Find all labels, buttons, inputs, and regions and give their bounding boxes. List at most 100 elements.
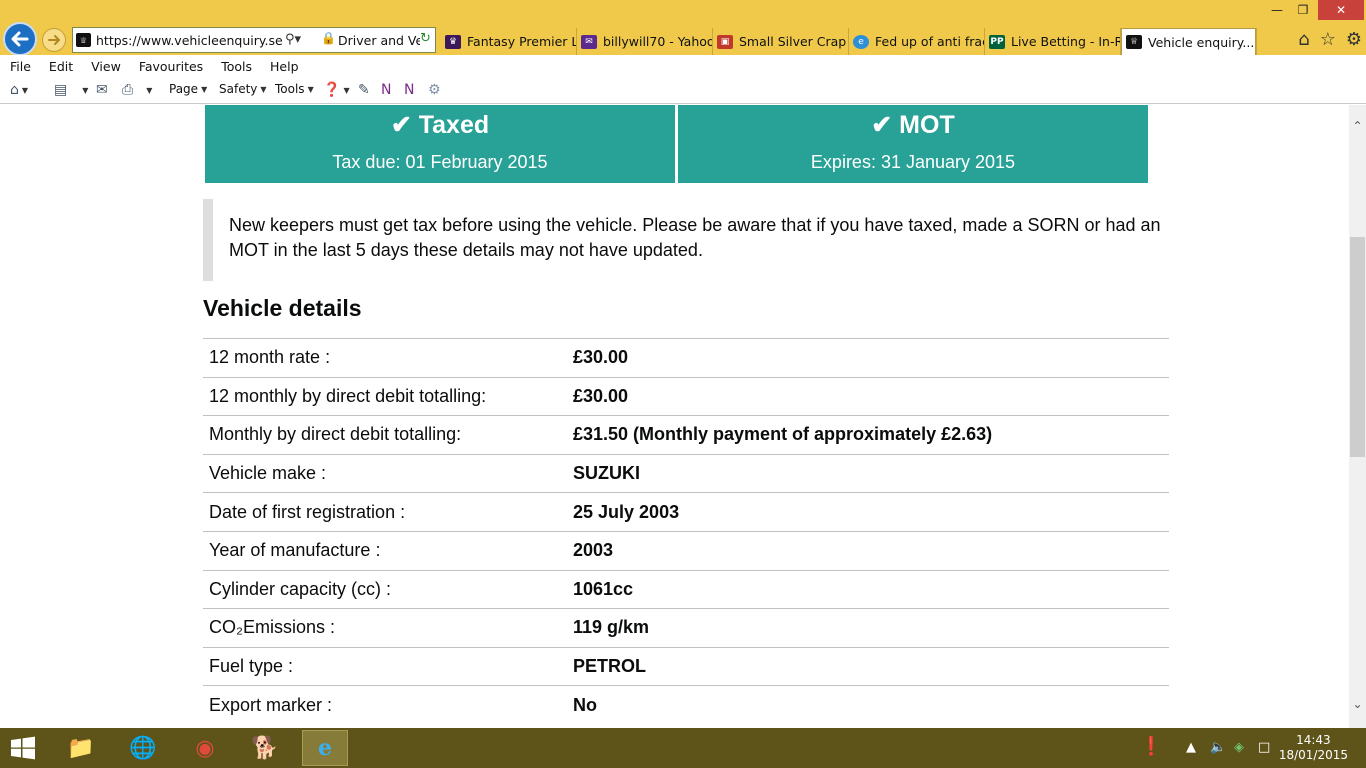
gimp-taskbar-button[interactable]: 🐕 [242,730,288,766]
settings-gear-icon[interactable]: ⚙ [1346,29,1362,50]
menu-view[interactable]: View [91,59,121,74]
menu-tools[interactable]: Tools [221,59,252,74]
tab-fed-up[interactable]: e Fed up of anti frac... [849,28,985,55]
tab-label: Small Silver Crap - ... [739,34,848,49]
onenote-icon: N [381,82,392,98]
system-tray: ❗ ▲ 🔈 ◈ □ 14:43 18/01/2015 [1126,728,1366,768]
tab-vehicle-enquiry[interactable]: ♕ Vehicle enquiry... ✕ [1121,28,1256,55]
safety-menu[interactable]: Safety ▼ [219,82,267,96]
research-icon: ✎ [358,82,370,98]
page-menu[interactable]: Page ▼ [169,82,207,96]
windows-logo-icon [11,736,35,760]
research-command[interactable]: ✎ [358,82,370,98]
menu-bar: File Edit View Favourites Tools Help [0,55,1366,77]
onenote-linked-command[interactable]: N [404,82,414,98]
internet-explorer-taskbar-button[interactable]: e [302,730,348,766]
vehicle-detail-value: SUZUKI [573,463,640,484]
feeds-command[interactable]: ▤ ▼ [54,82,88,98]
ie-page-icon: e [853,34,869,49]
vehicle-detail-value: 2003 [573,540,614,561]
vehicle-detail-row: Monthly by direct debit totalling: £31.50… [203,415,1169,455]
scroll-down-icon[interactable]: ⌄ [1349,697,1366,711]
tab-label: Vehicle enquiry... [1148,34,1255,50]
chrome-taskbar-button[interactable]: ◉ [182,730,228,766]
minimize-button[interactable]: — [1264,0,1290,20]
vehicle-detail-row: 12 month rate : £30.00 [203,338,1169,378]
vehicle-detail-value: PETROL [573,656,647,677]
tab-live-betting[interactable]: PP Live Betting - In-R... [985,28,1121,55]
back-button[interactable] [3,22,37,56]
tools-menu[interactable]: Tools ▼ [275,82,314,96]
menu-edit[interactable]: Edit [49,59,73,74]
vertical-scrollbar[interactable]: ⌃ ⌄ [1349,105,1366,728]
start-button[interactable] [8,736,38,760]
media-taskbar-button[interactable]: 🌐 [120,730,166,766]
new-tab-button[interactable] [1256,28,1283,55]
menu-file[interactable]: File [10,59,31,74]
globe-icon: 🌐 [129,735,157,761]
site-identity[interactable]: Driver and Ve... [338,33,420,48]
tab-small-silver-crap[interactable]: ▣ Small Silver Crap - ... [713,28,849,55]
address-bar[interactable]: ♕ https://www.vehicleenquiry.servi... ⚲▾… [72,27,436,53]
restore-button[interactable]: ❐ [1290,0,1316,20]
vehicle-detail-row: Year of manufacture : 2003 [203,531,1169,570]
vehicle-detail-row: CO₂Emissions : 119 g/km [203,608,1169,648]
page-content: ✔ Taxed Tax due: 01 February 2015 ✔ MOT … [0,105,1349,728]
yahoo-mail-icon: ✉ [581,34,597,49]
help-alert-icon[interactable]: ❗ [1140,736,1162,757]
forward-button[interactable] [42,28,66,52]
vehicle-detail-label: CO₂Emissions : [209,617,336,638]
search-icon[interactable]: ⚲▾ [285,32,301,47]
vehicle-detail-label: Monthly by direct debit totalling: [209,424,462,445]
network-icon[interactable]: □ [1258,740,1270,755]
mot-status-title: ✔ MOT [871,111,955,139]
address-url[interactable]: https://www.vehicleenquiry.servi... [96,33,282,48]
settings-command[interactable]: ⚙ [428,82,441,98]
show-hidden-icons-icon[interactable]: ▲ [1186,740,1196,755]
clock-date: 18/01/2015 [1278,748,1348,762]
mot-expiry-date: Expires: 31 January 2015 [810,152,1016,172]
vehicle-detail-label: Date of first registration : [209,501,406,522]
read-mail-command[interactable]: ✉ [96,82,108,98]
print-command[interactable]: ⎙ ▼ [122,82,152,98]
file-explorer-taskbar-button[interactable]: 📁 [58,730,104,766]
system-clock[interactable]: 14:43 18/01/2015 [1279,733,1348,763]
refresh-icon[interactable]: ↻ [420,31,431,46]
favourites-star-icon[interactable]: ☆ [1320,29,1336,50]
tax-status-title: ✔ Taxed [390,111,490,139]
tab-label: Live Betting - In-R... [1011,34,1120,49]
vehicle-details-heading: Vehicle details [203,295,362,321]
home-icon: ⌂ [10,82,19,98]
gov-crown-icon: ♕ [76,33,91,47]
mail-icon: ✉ [96,82,108,98]
vehicle-detail-row: Cylinder capacity (cc) : 1061cc [203,570,1169,609]
command-bar: ⌂ ▼ ▤ ▼ ✉ ⎙ ▼ Page ▼ Safety ▼ Tools ▼ ❓ ▼ ✎ N N… [0,77,1366,104]
internet-explorer-icon: e [318,735,332,761]
gear-icon: ⚙ [428,82,441,98]
tab-yahoo-mail[interactable]: ✉ billywill70 - Yahoo... [577,28,713,55]
lock-icon[interactable]: 🔒 [321,31,336,45]
scrollbar-thumb[interactable] [1350,237,1365,457]
tab-label: billywill70 - Yahoo... [603,34,712,49]
tab-fantasy-premier-league[interactable]: ♛ Fantasy Premier Le... [441,28,577,55]
vehicle-detail-label: 12 monthly by direct debit totalling: [209,385,487,406]
clock-time: 14:43 [1296,733,1331,747]
chrome-icon: ◉ [195,735,215,761]
vehicle-detail-label: Fuel type : [209,656,294,677]
vehicle-detail-row: 12 monthly by direct debit totalling: £30… [203,377,1169,416]
close-window-button[interactable]: ✕ [1318,0,1364,20]
onenote-send-command[interactable]: N [381,82,391,98]
menu-help[interactable]: Help [270,59,299,74]
scroll-up-icon[interactable]: ⌃ [1349,119,1366,133]
home-command[interactable]: ⌂ ▼ [10,82,28,98]
vehicle-detail-label: 12 month rate : [209,347,331,368]
new-keeper-notice: New keepers must get tax before using th… [203,199,1163,281]
help-command[interactable]: ❓ ▼ [323,82,350,98]
vehicle-detail-label: Cylinder capacity (cc) : [209,578,392,599]
volume-icon[interactable]: 🔈 [1210,740,1226,755]
onenote-linked-icon: N [404,82,415,98]
rss-feed-icon: ▤ [54,82,68,98]
home-icon[interactable]: ⌂ [1298,29,1309,50]
menu-favourites[interactable]: Favourites [139,59,203,74]
security-shield-icon[interactable]: ◈ [1234,740,1244,755]
